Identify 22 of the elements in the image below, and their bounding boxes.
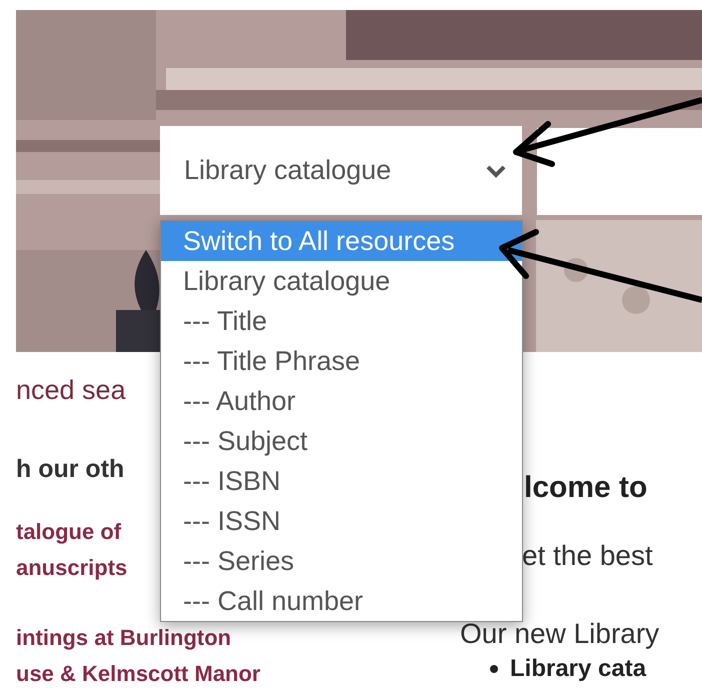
dropdown-option[interactable]: --- Title Phrase — [161, 341, 522, 381]
dropdown-option[interactable]: --- Author — [161, 381, 522, 421]
sidebar-link[interactable]: use & Kelmscott Manor — [16, 656, 260, 692]
chevron-down-icon — [486, 164, 506, 178]
dropdown-option[interactable]: --- Subject — [161, 421, 522, 461]
select-value: Library catalogue — [184, 154, 392, 188]
dropdown-option[interactable]: --- Series — [161, 541, 522, 581]
sidebar-link[interactable]: intings at Burlington — [16, 620, 232, 656]
library-select[interactable]: Library catalogue — [160, 126, 522, 215]
search-field[interactable] — [537, 128, 702, 215]
dropdown-option[interactable]: Library catalogue — [161, 261, 522, 301]
welcome-heading: lcome to — [524, 470, 648, 506]
sidebar-heading: h our oth — [16, 454, 124, 485]
sidebar-link[interactable]: talogue of — [16, 514, 122, 550]
intro-text: et the best — [522, 539, 654, 573]
list-item: Library cata — [510, 654, 646, 684]
bullet-icon — [490, 665, 498, 673]
dropdown-option[interactable]: --- ISSN — [161, 501, 522, 541]
dropdown-option[interactable]: --- ISBN — [161, 461, 522, 501]
dropdown-option[interactable]: --- Title — [161, 301, 522, 341]
advanced-search-link[interactable]: nced sea — [16, 372, 126, 408]
sidebar-link[interactable]: anuscripts — [16, 550, 128, 586]
